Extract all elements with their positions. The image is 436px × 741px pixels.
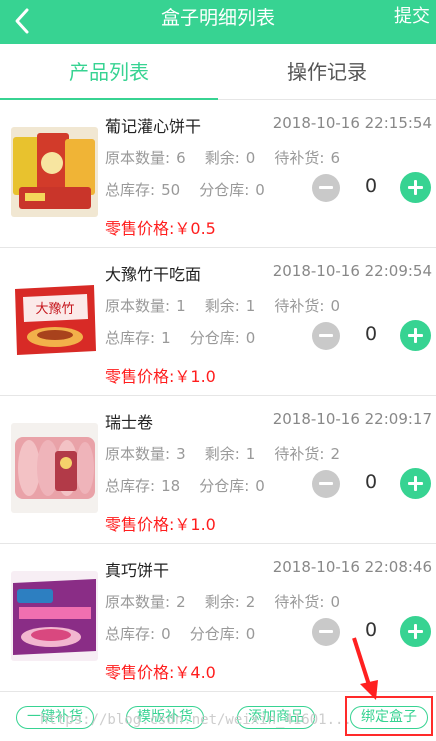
retail-price-label: 零售价格: [105, 515, 175, 534]
remaining-label: 剩余: [204, 149, 240, 167]
total-stock-value: 50 [161, 181, 181, 199]
retail-price-value: ￥0.5 [174, 219, 216, 238]
remaining-label: 剩余: [204, 593, 240, 611]
total-stock-label: 总库存: [105, 181, 156, 199]
quantity-value: 0 [364, 175, 378, 197]
retail-price: 零售价格:￥1.0 [105, 511, 216, 535]
retail-price-label: 零售价格: [105, 663, 175, 682]
remaining-value: 1 [245, 445, 256, 463]
product-card: 瑞士卷 2018-10-16 22:09:17 原本数量: 3 剩余: 1 待补货:… [0, 396, 436, 544]
original-qty-value: 3 [176, 445, 186, 463]
product-image [11, 423, 98, 513]
sub-warehouse-value: 0 [245, 329, 256, 347]
qty-row: 原本数量: 2 剩余: 2 待补货: 0 [105, 591, 340, 612]
minus-icon[interactable] [312, 322, 340, 350]
arrow-annotation-icon [352, 637, 378, 700]
sub-warehouse-value: 0 [255, 477, 265, 495]
sub-warehouse-label: 分仓库: [199, 181, 250, 199]
total-stock-value: 18 [161, 477, 181, 495]
to-restock-value: 0 [330, 297, 340, 315]
original-qty-label: 原本数量: [105, 593, 171, 611]
product-time: 2018-10-16 22:09:17 [272, 410, 432, 428]
product-list: 葡记灌心饼干 2018-10-16 22:15:54 原本数量: 6 剩余: 0 待… [0, 100, 436, 692]
product-time: 2018-10-16 22:08:46 [272, 558, 432, 576]
product-card: 葡记灌心饼干 2018-10-16 22:15:54 原本数量: 6 剩余: 0 待… [0, 100, 436, 248]
product-time: 2018-10-16 22:09:54 [272, 262, 432, 280]
to-restock-value: 6 [330, 149, 340, 167]
svg-text:大豫竹: 大豫竹 [35, 302, 74, 317]
qty-row: 原本数量: 1 剩余: 1 待补货: 0 [105, 295, 340, 316]
plus-icon[interactable] [400, 616, 431, 647]
sub-warehouse-value: 0 [255, 181, 265, 199]
original-qty-label: 原本数量: [105, 445, 171, 463]
original-qty-label: 原本数量: [105, 149, 171, 167]
remaining-label: 剩余: [204, 445, 240, 463]
remaining-value: 0 [245, 149, 256, 167]
sub-warehouse-label: 分仓库: [189, 625, 240, 643]
to-restock-label: 待补货: [274, 445, 325, 463]
to-restock-label: 待补货: [274, 149, 325, 167]
tab-product-list[interactable]: 产品列表 [0, 44, 218, 101]
sub-warehouse-label: 分仓库: [189, 329, 240, 347]
quantity-value: 0 [364, 323, 378, 345]
plus-icon[interactable] [400, 172, 431, 203]
retail-price-label: 零售价格: [105, 367, 175, 386]
product-name: 真巧饼干 [105, 561, 170, 580]
add-product-button[interactable]: 添加商品 [237, 706, 315, 729]
product-image: 大豫竹 [11, 275, 98, 365]
to-restock-value: 0 [330, 593, 340, 611]
product-name: 瑞士卷 [105, 413, 154, 432]
tab-bar: 产品列表 操作记录 [0, 44, 436, 101]
stock-row: 总库存: 50 分仓库: 0 [105, 179, 265, 200]
original-qty-value: 6 [176, 149, 186, 167]
retail-price: 零售价格:￥1.0 [105, 363, 216, 387]
plus-icon[interactable] [400, 320, 431, 351]
retail-price-value: ￥1.0 [174, 515, 216, 534]
quantity-value: 0 [364, 471, 378, 493]
original-qty-value: 1 [176, 297, 186, 315]
product-image [11, 571, 98, 661]
product-name: 葡记灌心饼干 [105, 117, 202, 136]
retail-price-label: 零售价格: [105, 219, 175, 238]
retail-price-value: ￥4.0 [174, 663, 216, 682]
retail-price-value: ￥1.0 [174, 367, 216, 386]
product-image [11, 127, 98, 217]
retail-price: 零售价格:￥4.0 [105, 659, 216, 683]
minus-icon[interactable] [312, 618, 340, 646]
total-stock-label: 总库存: [105, 625, 156, 643]
remaining-label: 剩余: [204, 297, 240, 315]
retail-price: 零售价格:￥0.5 [105, 215, 216, 239]
stock-row: 总库存: 18 分仓库: 0 [105, 475, 265, 496]
template-restock-button[interactable]: 模版补货 [126, 706, 204, 729]
to-restock-value: 2 [330, 445, 340, 463]
sub-warehouse-label: 分仓库: [199, 477, 250, 495]
tab-operation-log[interactable]: 操作记录 [218, 44, 436, 100]
one-click-restock-button[interactable]: 一键补货 [16, 706, 94, 729]
submit-button[interactable]: 提交 [394, 0, 430, 34]
stock-row: 总库存: 1 分仓库: 0 [105, 327, 255, 348]
product-name: 大豫竹干吃面 [105, 265, 202, 284]
minus-icon[interactable] [312, 470, 340, 498]
to-restock-label: 待补货: [274, 297, 325, 315]
total-stock-label: 总库存: [105, 477, 156, 495]
original-qty-value: 2 [176, 593, 186, 611]
remaining-value: 1 [245, 297, 256, 315]
total-stock-value: 1 [161, 329, 171, 347]
sub-warehouse-value: 0 [245, 625, 256, 643]
plus-icon[interactable] [400, 468, 431, 499]
original-qty-label: 原本数量: [105, 297, 171, 315]
qty-row: 原本数量: 6 剩余: 0 待补货: 6 [105, 147, 340, 168]
app-header: 盒子明细列表 提交 [0, 0, 436, 44]
qty-row: 原本数量: 3 剩余: 1 待补货: 2 [105, 443, 340, 464]
remaining-value: 2 [245, 593, 256, 611]
page-title: 盒子明细列表 [160, 7, 275, 29]
total-stock-value: 0 [161, 625, 171, 643]
highlight-box [345, 696, 433, 736]
total-stock-label: 总库存: [105, 329, 156, 347]
minus-icon[interactable] [312, 174, 340, 202]
to-restock-label: 待补货: [274, 593, 325, 611]
product-card: 大豫竹 大豫竹干吃面 2018-10-16 22:09:54 原本数量: 1 剩余… [0, 248, 436, 396]
stock-row: 总库存: 0 分仓库: 0 [105, 623, 255, 644]
product-time: 2018-10-16 22:15:54 [272, 114, 432, 132]
